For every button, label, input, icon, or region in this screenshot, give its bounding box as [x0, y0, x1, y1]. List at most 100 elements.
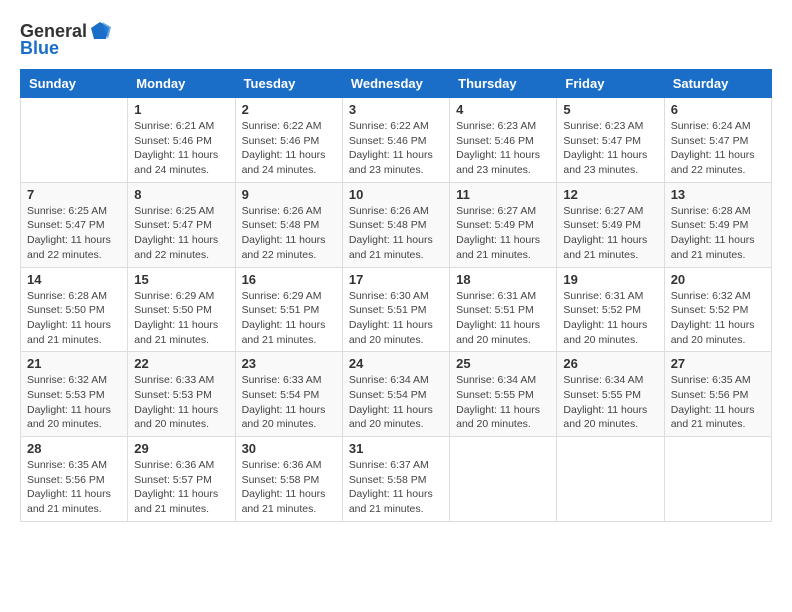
calendar-cell: 22 Sunrise: 6:33 AM Sunset: 5:53 PM Dayli… [128, 352, 235, 437]
calendar-week-row: 1 Sunrise: 6:21 AM Sunset: 5:46 PM Daylig… [21, 98, 772, 183]
calendar-cell [664, 437, 771, 522]
calendar-week-row: 14 Sunrise: 6:28 AM Sunset: 5:50 PM Dayli… [21, 267, 772, 352]
calendar-cell: 23Sunrise: 6:33 AM Sunset: 5:54 PM Dayli… [235, 352, 342, 437]
day-number: 20 [671, 272, 765, 287]
day-header-friday: Friday [557, 70, 664, 98]
day-header-tuesday: Tuesday [235, 70, 342, 98]
calendar-cell: 6Sunrise: 6:24 AM Sunset: 5:47 PM Daylig… [664, 98, 771, 183]
day-info: Sunrise: 6:31 AM Sunset: 5:52 PM Dayligh… [563, 289, 657, 348]
day-info: Sunrise: 6:26 AM Sunset: 5:48 PM Dayligh… [242, 204, 336, 263]
calendar-header-row: SundayMondayTuesdayWednesdayThursdayFrid… [21, 70, 772, 98]
calendar-cell: 17Sunrise: 6:30 AM Sunset: 5:51 PM Dayli… [342, 267, 449, 352]
calendar-cell: 8Sunrise: 6:25 AM Sunset: 5:47 PM Daylig… [128, 182, 235, 267]
day-info: Sunrise: 6:35 AM Sunset: 5:56 PM Dayligh… [27, 458, 121, 517]
day-number: 27 [671, 356, 765, 371]
calendar-cell: 5 Sunrise: 6:23 AM Sunset: 5:47 PM Daylig… [557, 98, 664, 183]
calendar-cell: 2 Sunrise: 6:22 AM Sunset: 5:46 PM Daylig… [235, 98, 342, 183]
day-number: 4 [456, 102, 550, 117]
day-number: 25 [456, 356, 550, 371]
calendar-cell: 31 Sunrise: 6:37 AM Sunset: 5:58 PM Dayli… [342, 437, 449, 522]
day-info: Sunrise: 6:33 AM Sunset: 5:53 PM Dayligh… [134, 373, 228, 432]
day-header-thursday: Thursday [450, 70, 557, 98]
day-number: 21 [27, 356, 121, 371]
calendar-cell: 13 Sunrise: 6:28 AM Sunset: 5:49 PM Dayli… [664, 182, 771, 267]
day-info: Sunrise: 6:28 AM Sunset: 5:50 PM Dayligh… [27, 289, 121, 348]
calendar-cell: 28 Sunrise: 6:35 AM Sunset: 5:56 PM Dayli… [21, 437, 128, 522]
day-info: Sunrise: 6:30 AM Sunset: 5:51 PM Dayligh… [349, 289, 443, 348]
day-info: Sunrise: 6:29 AM Sunset: 5:50 PM Dayligh… [134, 289, 228, 348]
day-number: 10 [349, 187, 443, 202]
day-info: Sunrise: 6:23 AM Sunset: 5:46 PM Dayligh… [456, 119, 550, 178]
calendar-cell: 12 Sunrise: 6:27 AM Sunset: 5:49 PM Dayli… [557, 182, 664, 267]
day-info: Sunrise: 6:28 AM Sunset: 5:49 PM Dayligh… [671, 204, 765, 263]
day-info: Sunrise: 6:27 AM Sunset: 5:49 PM Dayligh… [563, 204, 657, 263]
day-info: Sunrise: 6:27 AM Sunset: 5:49 PM Dayligh… [456, 204, 550, 263]
day-header-saturday: Saturday [664, 70, 771, 98]
calendar-cell: 25Sunrise: 6:34 AM Sunset: 5:55 PM Dayli… [450, 352, 557, 437]
day-number: 5 [563, 102, 657, 117]
day-info: Sunrise: 6:22 AM Sunset: 5:46 PM Dayligh… [349, 119, 443, 178]
day-number: 24 [349, 356, 443, 371]
calendar-week-row: 21 Sunrise: 6:32 AM Sunset: 5:53 PM Dayli… [21, 352, 772, 437]
calendar-cell: 19 Sunrise: 6:31 AM Sunset: 5:52 PM Dayli… [557, 267, 664, 352]
calendar-cell: 24Sunrise: 6:34 AM Sunset: 5:54 PM Dayli… [342, 352, 449, 437]
day-number: 26 [563, 356, 657, 371]
day-number: 7 [27, 187, 121, 202]
day-number: 16 [242, 272, 336, 287]
day-info: Sunrise: 6:22 AM Sunset: 5:46 PM Dayligh… [242, 119, 336, 178]
day-header-wednesday: Wednesday [342, 70, 449, 98]
day-number: 11 [456, 187, 550, 202]
day-info: Sunrise: 6:29 AM Sunset: 5:51 PM Dayligh… [242, 289, 336, 348]
calendar-cell: 1 Sunrise: 6:21 AM Sunset: 5:46 PM Daylig… [128, 98, 235, 183]
calendar-cell: 21 Sunrise: 6:32 AM Sunset: 5:53 PM Dayli… [21, 352, 128, 437]
day-number: 13 [671, 187, 765, 202]
day-number: 8 [134, 187, 228, 202]
day-number: 15 [134, 272, 228, 287]
day-number: 3 [349, 102, 443, 117]
day-number: 28 [27, 441, 121, 456]
calendar-cell: 10Sunrise: 6:26 AM Sunset: 5:48 PM Dayli… [342, 182, 449, 267]
day-number: 22 [134, 356, 228, 371]
logo: General Blue [20, 20, 111, 59]
day-number: 9 [242, 187, 336, 202]
calendar-cell: 26 Sunrise: 6:34 AM Sunset: 5:55 PM Dayli… [557, 352, 664, 437]
day-number: 12 [563, 187, 657, 202]
day-info: Sunrise: 6:32 AM Sunset: 5:52 PM Dayligh… [671, 289, 765, 348]
day-info: Sunrise: 6:31 AM Sunset: 5:51 PM Dayligh… [456, 289, 550, 348]
day-info: Sunrise: 6:23 AM Sunset: 5:47 PM Dayligh… [563, 119, 657, 178]
day-info: Sunrise: 6:36 AM Sunset: 5:57 PM Dayligh… [134, 458, 228, 517]
day-number: 31 [349, 441, 443, 456]
calendar-cell: 20 Sunrise: 6:32 AM Sunset: 5:52 PM Dayli… [664, 267, 771, 352]
day-info: Sunrise: 6:24 AM Sunset: 5:47 PM Dayligh… [671, 119, 765, 178]
calendar-table: SundayMondayTuesdayWednesdayThursdayFrid… [20, 69, 772, 522]
day-info: Sunrise: 6:36 AM Sunset: 5:58 PM Dayligh… [242, 458, 336, 517]
day-number: 1 [134, 102, 228, 117]
page-header: General Blue [20, 20, 772, 59]
day-number: 18 [456, 272, 550, 287]
logo-icon [89, 20, 111, 42]
day-info: Sunrise: 6:32 AM Sunset: 5:53 PM Dayligh… [27, 373, 121, 432]
calendar-cell: 18 Sunrise: 6:31 AM Sunset: 5:51 PM Dayli… [450, 267, 557, 352]
day-number: 2 [242, 102, 336, 117]
day-number: 19 [563, 272, 657, 287]
calendar-cell: 30 Sunrise: 6:36 AM Sunset: 5:58 PM Dayli… [235, 437, 342, 522]
day-number: 14 [27, 272, 121, 287]
day-info: Sunrise: 6:25 AM Sunset: 5:47 PM Dayligh… [27, 204, 121, 263]
calendar-cell: 11 Sunrise: 6:27 AM Sunset: 5:49 PM Dayli… [450, 182, 557, 267]
day-info: Sunrise: 6:35 AM Sunset: 5:56 PM Dayligh… [671, 373, 765, 432]
calendar-cell: 14 Sunrise: 6:28 AM Sunset: 5:50 PM Dayli… [21, 267, 128, 352]
day-info: Sunrise: 6:21 AM Sunset: 5:46 PM Dayligh… [134, 119, 228, 178]
day-header-sunday: Sunday [21, 70, 128, 98]
day-info: Sunrise: 6:37 AM Sunset: 5:58 PM Dayligh… [349, 458, 443, 517]
calendar-week-row: 28 Sunrise: 6:35 AM Sunset: 5:56 PM Dayli… [21, 437, 772, 522]
day-number: 30 [242, 441, 336, 456]
calendar-cell: 4 Sunrise: 6:23 AM Sunset: 5:46 PM Daylig… [450, 98, 557, 183]
calendar-cell [21, 98, 128, 183]
day-info: Sunrise: 6:33 AM Sunset: 5:54 PM Dayligh… [242, 373, 336, 432]
calendar-cell: 9 Sunrise: 6:26 AM Sunset: 5:48 PM Daylig… [235, 182, 342, 267]
calendar-cell [450, 437, 557, 522]
calendar-cell [557, 437, 664, 522]
day-info: Sunrise: 6:34 AM Sunset: 5:55 PM Dayligh… [563, 373, 657, 432]
calendar-week-row: 7 Sunrise: 6:25 AM Sunset: 5:47 PM Daylig… [21, 182, 772, 267]
day-header-monday: Monday [128, 70, 235, 98]
